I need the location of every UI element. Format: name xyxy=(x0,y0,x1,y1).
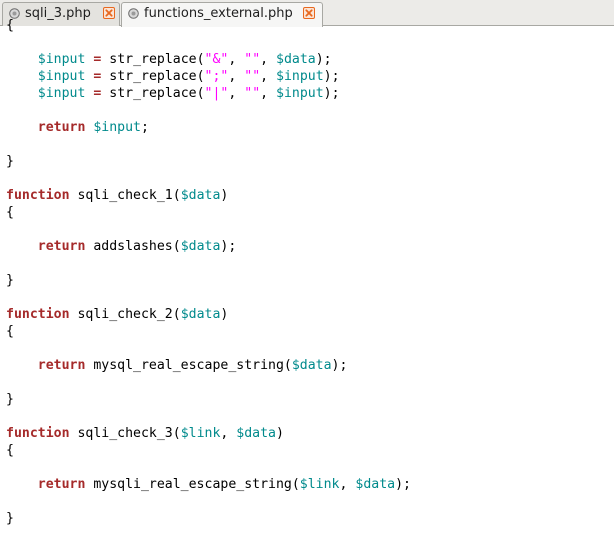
close-icon[interactable] xyxy=(103,7,115,19)
tab-bar: sqli_3.php functions_external.php xyxy=(0,0,614,27)
tab-label: sqli_3.php xyxy=(25,6,91,21)
code-line: } xyxy=(6,273,14,288)
code-line: return mysqli_real_escape_string($link, … xyxy=(37,477,411,492)
close-icon[interactable] xyxy=(303,7,315,19)
code-line: function sqli_check_3($link, $data) xyxy=(6,426,284,441)
code-line: return mysql_real_escape_string($data); xyxy=(37,358,348,373)
code-line: $input = str_replace("|", "", $input); xyxy=(37,86,340,101)
code-line: { xyxy=(6,205,14,220)
tab-sqli-3[interactable]: sqli_3.php xyxy=(2,2,120,26)
code-line: $input = str_replace(";", "", $input); xyxy=(37,69,340,84)
code-line: } xyxy=(6,154,14,169)
code-line: } xyxy=(6,392,14,407)
code-line: $input = str_replace("&", "", $data); xyxy=(37,52,332,67)
code-line: return $input; xyxy=(37,120,149,135)
code-line: { xyxy=(6,324,14,339)
code-line: function sqli_check_1($data) xyxy=(6,188,229,203)
tab-label: functions_external.php xyxy=(144,6,293,21)
code-line: } xyxy=(6,511,14,526)
document-icon xyxy=(128,8,139,19)
code-line: return addslashes($data); xyxy=(37,239,237,254)
code-line: function sqli_check_2($data) xyxy=(6,307,229,322)
code-line: { xyxy=(6,18,14,33)
code-line: { xyxy=(6,443,14,458)
code-editor[interactable]: { $input = str_replace("&", "", $data); … xyxy=(0,18,614,540)
tab-functions-external[interactable]: functions_external.php xyxy=(121,2,323,27)
